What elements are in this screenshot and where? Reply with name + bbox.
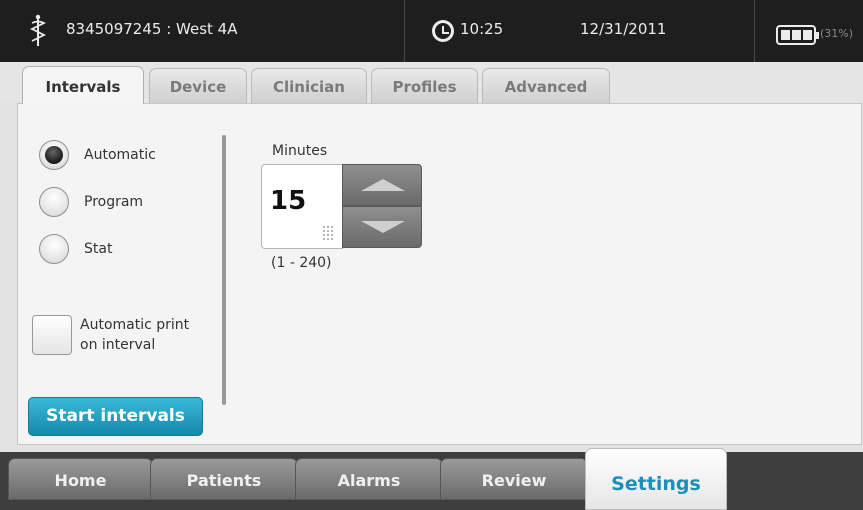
minutes-label: Minutes — [272, 143, 328, 159]
tab-clinician[interactable]: Clinician — [251, 68, 367, 104]
start-intervals-button[interactable]: Start intervals — [28, 397, 203, 436]
auto-print-label-line1: Automatic print — [80, 317, 190, 333]
minutes-range: (1 - 240) — [271, 255, 332, 271]
battery-icon — [776, 25, 819, 45]
program-label: Program — [84, 194, 144, 210]
auto-print-checkbox[interactable] — [32, 315, 72, 355]
arrow-down-icon — [361, 221, 405, 233]
minutes-increment-button[interactable] — [342, 164, 422, 206]
nav-settings[interactable]: Settings — [585, 448, 727, 510]
auto-print-label-line2: on interval — [80, 337, 156, 353]
arrow-up-icon — [361, 179, 405, 191]
date-display[interactable]: 12/31/2011 — [580, 20, 666, 38]
stat-radio[interactable] — [39, 234, 69, 264]
minutes-decrement-button[interactable] — [342, 206, 422, 248]
nav-alarms[interactable]: Alarms — [295, 458, 443, 500]
tab-profiles[interactable]: Profiles — [371, 68, 478, 104]
tab-device[interactable]: Device — [149, 68, 247, 104]
clock-icon — [432, 20, 454, 42]
clock-time[interactable]: 10:25 — [460, 20, 503, 38]
automatic-radio[interactable] — [39, 140, 69, 170]
nav-review[interactable]: Review — [440, 458, 588, 500]
keypad-icon — [322, 225, 335, 241]
panel-divider — [222, 135, 226, 405]
tab-advanced[interactable]: Advanced — [482, 68, 610, 104]
minutes-value: 15 — [270, 186, 307, 216]
automatic-label: Automatic — [84, 147, 156, 163]
caduceus-icon — [29, 14, 47, 46]
stat-label: Stat — [84, 241, 113, 257]
status-bar: 8345097245 : West 4A 10:25 12/31/2011 (3… — [0, 0, 863, 62]
nav-home[interactable]: Home — [8, 458, 153, 500]
battery-percent: (31%) — [820, 27, 854, 40]
tab-intervals[interactable]: Intervals — [22, 66, 144, 104]
program-radio[interactable] — [39, 187, 69, 217]
nav-patients[interactable]: Patients — [150, 458, 298, 500]
patient-location[interactable]: 8345097245 : West 4A — [66, 20, 237, 38]
